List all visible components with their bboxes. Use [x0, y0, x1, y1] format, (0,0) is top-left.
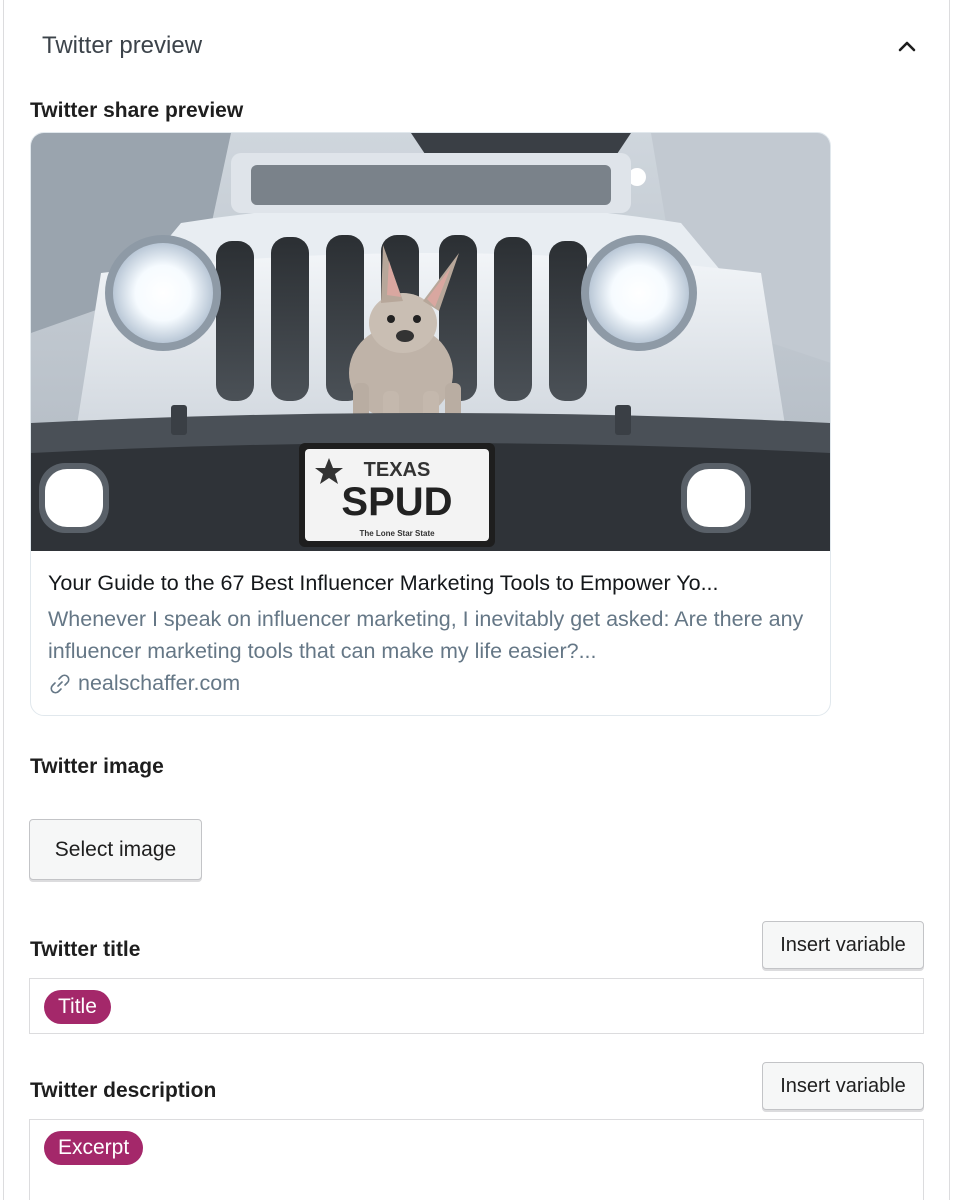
card-description: Whenever I speak on influencer marketing…: [48, 607, 804, 663]
twitter-image-label: Twitter image: [30, 755, 164, 778]
panel-title: Twitter preview: [42, 32, 203, 59]
chevron-up-icon[interactable]: [895, 34, 919, 58]
card-title: Your Guide to the 67 Best Influencer Mar…: [48, 571, 719, 595]
twitter-card-preview[interactable]: TEXAS SPUD The Lone Star State Your Guid…: [30, 132, 831, 716]
plate-state-text: TEXAS: [364, 459, 431, 481]
card-image: TEXAS SPUD The Lone Star State: [31, 133, 830, 551]
plate-footer-text: The Lone Star State: [359, 529, 435, 538]
twitter-description-label: Twitter description: [30, 1079, 217, 1102]
twitter-preview-panel: Twitter preview Twitter share preview TE…: [3, 0, 950, 1200]
plate-main-text: SPUD: [341, 480, 452, 524]
insert-variable-title-button[interactable]: Insert variable: [762, 921, 924, 969]
twitter-description-input[interactable]: Excerpt: [29, 1119, 924, 1200]
insert-variable-description-button[interactable]: Insert variable: [762, 1062, 924, 1110]
title-variable-token[interactable]: Title: [44, 990, 111, 1024]
excerpt-variable-token[interactable]: Excerpt: [44, 1131, 144, 1165]
twitter-title-input[interactable]: Title: [29, 978, 924, 1034]
card-domain: nealschaffer.com: [48, 671, 240, 696]
twitter-title-label: Twitter title: [30, 938, 141, 961]
panel-header-toggle[interactable]: Twitter preview: [4, 0, 949, 92]
select-image-button[interactable]: Select image: [29, 819, 202, 880]
link-icon: [50, 673, 70, 694]
card-domain-text: nealschaffer.com: [78, 671, 241, 695]
share-preview-label: Twitter share preview: [30, 99, 244, 122]
